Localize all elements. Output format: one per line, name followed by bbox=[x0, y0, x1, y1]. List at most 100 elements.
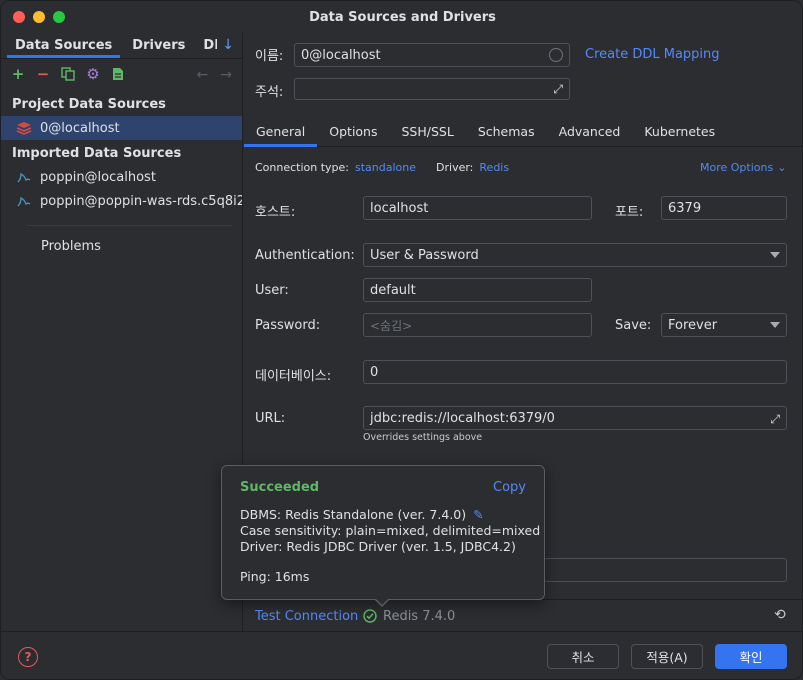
expand-icon[interactable]: ⤢ bbox=[770, 412, 780, 427]
name-label: 이름: bbox=[255, 49, 284, 64]
tab-options[interactable]: Options bbox=[317, 117, 389, 147]
test-connection-link[interactable]: Test Connection bbox=[255, 609, 358, 624]
authentication-value: User & Password bbox=[370, 247, 479, 263]
tab-kubernetes[interactable]: Kubernetes bbox=[632, 117, 727, 147]
settings-icon[interactable]: ⚙ bbox=[86, 66, 100, 81]
popup-driver: Driver: Redis JDBC Driver (ver. 1.5, JDB… bbox=[240, 539, 516, 554]
more-options-label: More Options bbox=[700, 161, 774, 174]
title-bar: Data Sources and Drivers bbox=[1, 1, 802, 33]
project-sources-header: Project Data Sources bbox=[12, 97, 166, 112]
imported-sources-header: Imported Data Sources bbox=[12, 146, 182, 161]
test-result-text: Redis 7.4.0 bbox=[383, 609, 456, 624]
dialog-window: Data Sources and Drivers Data Sources Dr… bbox=[0, 0, 803, 680]
driver-value[interactable]: Redis bbox=[479, 161, 509, 174]
host-label: 호스트: bbox=[255, 205, 296, 220]
datasource-item-poppin-rds[interactable]: poppin@poppin-was-rds.c5q8i2s bbox=[1, 189, 242, 213]
back-arrow-icon[interactable]: ← bbox=[197, 67, 209, 83]
cancel-button[interactable]: 취소 bbox=[547, 644, 619, 669]
url-value: jdbc:redis://localhost:6379/0 bbox=[370, 410, 555, 426]
ok-button[interactable]: 확인 bbox=[715, 644, 787, 669]
dropdown-arrow-icon bbox=[770, 322, 780, 328]
tab-ssh-ssl[interactable]: SSH/SSL bbox=[390, 117, 466, 147]
datasource-item-poppin-localhost[interactable]: poppin@localhost bbox=[1, 165, 242, 189]
add-icon[interactable]: + bbox=[11, 66, 25, 81]
user-input[interactable]: default bbox=[363, 278, 592, 302]
edit-pencil-icon[interactable]: ✎ bbox=[473, 507, 483, 522]
minimize-window-button[interactable] bbox=[33, 11, 45, 23]
window-controls bbox=[13, 11, 65, 23]
create-ddl-mapping-link[interactable]: Create DDL Mapping bbox=[585, 47, 720, 62]
tab-bar: General Options SSH/SSL Schemas Advanced… bbox=[244, 117, 802, 147]
tab-general[interactable]: General bbox=[244, 117, 318, 147]
apply-button[interactable]: 적용(A) bbox=[631, 644, 703, 669]
success-check-icon bbox=[363, 609, 377, 627]
zoom-window-button[interactable] bbox=[53, 11, 65, 23]
popup-dbms: DBMS: Redis Standalone (ver. 7.4.0) bbox=[240, 507, 467, 522]
password-label: Password: bbox=[255, 318, 321, 333]
authentication-select[interactable]: User & Password bbox=[363, 243, 787, 267]
database-value: 0 bbox=[370, 364, 379, 380]
database-label: 데이터베이스: bbox=[255, 369, 332, 384]
host-input[interactable]: localhost bbox=[363, 196, 592, 220]
password-input[interactable]: <숨김> bbox=[363, 313, 592, 337]
tab-data-sources[interactable]: Data Sources bbox=[7, 38, 121, 58]
left-tab-bar: Data Sources Drivers DD ↓ bbox=[1, 33, 242, 59]
copy-link[interactable]: Copy bbox=[493, 480, 526, 495]
expand-icon[interactable]: ⤢ bbox=[553, 82, 563, 97]
port-value: 6379 bbox=[668, 200, 702, 216]
url-label: URL: bbox=[255, 411, 286, 426]
tab-advanced[interactable]: Advanced bbox=[547, 117, 633, 147]
tab-drivers[interactable]: Drivers bbox=[124, 38, 193, 58]
hidden-field[interactable] bbox=[544, 558, 787, 582]
connection-type-row: Connection type: standalone Driver: Redi… bbox=[255, 161, 509, 174]
save-select[interactable]: Forever bbox=[661, 313, 787, 337]
popup-tail-inner bbox=[375, 598, 389, 605]
reset-icon[interactable]: ⟲ bbox=[774, 607, 786, 623]
url-hint: Overrides settings above bbox=[363, 432, 483, 443]
dropdown-arrow-icon bbox=[770, 252, 780, 258]
host-value: localhost bbox=[370, 200, 429, 216]
name-row: 이름: bbox=[255, 45, 283, 64]
comment-row: 주석: bbox=[255, 81, 283, 100]
duplicate-icon[interactable] bbox=[61, 67, 75, 81]
window-title: Data Sources and Drivers bbox=[309, 9, 496, 25]
footer-divider bbox=[1, 631, 802, 632]
more-options-link[interactable]: More Options ⌄ bbox=[700, 161, 786, 174]
file-icon[interactable] bbox=[111, 67, 125, 81]
popup-dbms-line: DBMS: Redis Standalone (ver. 7.4.0) ✎ bbox=[240, 507, 526, 523]
tab-schemas[interactable]: Schemas bbox=[466, 117, 547, 147]
port-input[interactable]: 6379 bbox=[661, 196, 787, 220]
save-value: Forever bbox=[668, 317, 718, 333]
tab-ddl-mappings[interactable]: DD bbox=[195, 38, 217, 58]
datasource-item-0-localhost[interactable]: 0@localhost bbox=[1, 116, 242, 140]
comment-input[interactable]: ⤢ bbox=[294, 78, 570, 100]
popup-case: Case sensitivity: plain=mixed, delimited… bbox=[240, 523, 541, 538]
user-label: User: bbox=[255, 283, 289, 298]
mysql-icon bbox=[16, 170, 32, 184]
connection-result-popup: Succeeded Copy DBMS: Redis Standalone (v… bbox=[221, 465, 545, 600]
popup-ping: Ping: 16ms bbox=[240, 569, 310, 584]
name-input[interactable]: 0@localhost bbox=[294, 43, 570, 67]
help-icon[interactable]: ? bbox=[18, 647, 38, 667]
color-circle-icon[interactable] bbox=[549, 48, 563, 62]
left-toolbar: + − ⚙ ← → bbox=[1, 59, 242, 89]
datasource-label: 0@localhost bbox=[40, 120, 120, 136]
mysql-icon bbox=[16, 194, 32, 208]
connection-type-label: Connection type: bbox=[255, 161, 350, 174]
datasource-label: poppin@poppin-was-rds.c5q8i2s bbox=[40, 193, 242, 209]
database-input[interactable]: 0 bbox=[363, 360, 787, 384]
connection-type-value[interactable]: standalone bbox=[355, 161, 416, 174]
comment-label: 주석: bbox=[255, 85, 284, 100]
remove-icon[interactable]: − bbox=[36, 66, 50, 81]
problems-item[interactable]: Problems bbox=[1, 234, 242, 258]
driver-label: Driver: bbox=[436, 161, 474, 174]
user-value: default bbox=[370, 282, 416, 298]
tab-overflow-icon[interactable]: ↓ bbox=[222, 37, 234, 53]
url-input[interactable]: jdbc:redis://localhost:6379/0 ⤢ bbox=[363, 406, 787, 430]
forward-arrow-icon[interactable]: → bbox=[220, 67, 232, 83]
left-panel: Data Sources Drivers DD ↓ + − ⚙ ← → Proj… bbox=[1, 33, 243, 631]
port-label: 포트: bbox=[615, 205, 644, 220]
authentication-label: Authentication: bbox=[255, 248, 355, 263]
chevron-down-icon: ⌄ bbox=[777, 161, 787, 174]
close-window-button[interactable] bbox=[13, 11, 25, 23]
